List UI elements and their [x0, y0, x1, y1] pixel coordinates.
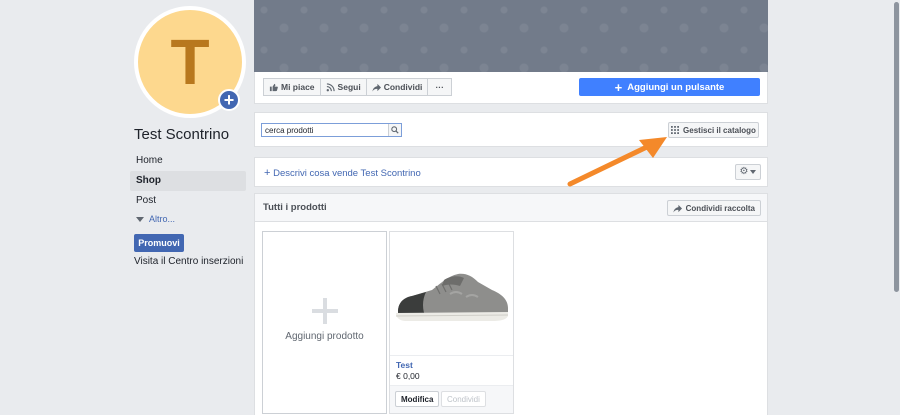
share-collection-button[interactable]: Condividi raccolta [666, 200, 761, 216]
product-actions: Modifica Condividi [390, 385, 513, 413]
add-button-cta[interactable]: + Aggiungi un pulsante [579, 78, 760, 96]
plus-icon [311, 298, 338, 324]
search-button[interactable] [388, 124, 401, 136]
sneaker-image [395, 273, 508, 321]
search-icon [391, 126, 399, 134]
shop-settings-button[interactable]: ⚙ [735, 164, 761, 180]
share-collection-label: Condividi raccolta [685, 203, 755, 213]
search-box [261, 123, 402, 137]
cover-photo[interactable] [254, 0, 768, 72]
scrollbar-thumb[interactable] [894, 2, 899, 292]
follow-button[interactable]: Segui [319, 78, 367, 96]
all-products-section: Tutti i prodotti Condividi raccolta Aggi… [254, 193, 768, 415]
page-nav: Home Shop Post Altro... [130, 151, 246, 227]
product-image[interactable] [390, 232, 513, 356]
all-products-title: Tutti i prodotti [263, 202, 327, 213]
add-product-tile[interactable]: Aggiungi prodotto [262, 231, 387, 414]
manage-catalog-label: Gestisci il catalogo [683, 125, 756, 135]
add-product-label: Aggiungi prodotto [285, 331, 364, 342]
caret-down-icon [136, 217, 144, 223]
ads-center-link[interactable]: Visita il Centro inserzioni [134, 256, 243, 267]
plus-icon: + [264, 167, 271, 179]
shop-search-bar: Gestisci il catalogo [254, 112, 768, 147]
product-search-input[interactable] [262, 124, 388, 136]
chevron-down-icon [750, 170, 757, 174]
edit-product-button[interactable]: Modifica [395, 391, 440, 407]
nav-item-shop[interactable]: Shop [130, 171, 246, 191]
like-button[interactable]: Mi piace [263, 78, 321, 96]
nav-more-link[interactable]: Altro... [130, 211, 246, 227]
product-name-link[interactable]: Test [396, 360, 413, 370]
product-card: Test € 0,00 Modifica Condividi [389, 231, 514, 414]
product-price: € 0,00 [396, 371, 420, 381]
share-arrow-icon [673, 204, 682, 213]
products-header: Tutti i prodotti Condividi raccolta [255, 194, 767, 222]
nav-item-home[interactable]: Home [130, 151, 246, 171]
share-arrow-icon [372, 83, 381, 92]
page-title[interactable]: Test Scontrino [134, 126, 229, 143]
describe-label: Descrivi cosa vende Test Scontrino [273, 168, 421, 179]
annotation-arrow-icon [567, 137, 667, 187]
add-photo-icon[interactable]: + [218, 89, 240, 111]
grid-icon [671, 126, 680, 134]
share-button[interactable]: Condividi [365, 78, 429, 96]
follow-label: Segui [337, 82, 361, 92]
manage-catalog-button[interactable]: Gestisci il catalogo [668, 122, 759, 138]
avatar-letter: T [170, 26, 210, 98]
nav-more-label: Altro... [149, 214, 176, 224]
describe-shop-link[interactable]: + Descrivi cosa vende Test Scontrino [264, 167, 421, 179]
page-actions-group: Mi piace Segui Condividi ··· [263, 78, 452, 96]
add-button-label: Aggiungi un pulsante [627, 81, 725, 93]
nav-item-post[interactable]: Post [130, 191, 246, 211]
page-action-bar: Mi piace Segui Condividi ··· + Aggiungi … [254, 72, 768, 104]
plus-icon: + [614, 79, 623, 95]
more-options-button[interactable]: ··· [427, 78, 452, 96]
thumbs-up-icon [269, 83, 278, 91]
share-label: Condividi [383, 82, 423, 92]
like-label: Mi piace [281, 82, 315, 92]
shop-description-card: + Descrivi cosa vende Test Scontrino ⚙ [254, 157, 768, 187]
more-options-label: ··· [435, 82, 444, 92]
rss-icon [326, 82, 335, 91]
promote-button[interactable]: Promuovi [134, 234, 184, 252]
gear-icon: ⚙ [739, 166, 749, 177]
share-product-button[interactable]: Condividi [441, 391, 486, 407]
